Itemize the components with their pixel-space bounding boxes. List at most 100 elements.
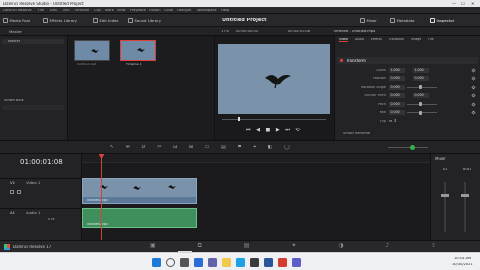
timeline-toolbar: ↖ ⇹ ⇵ ✂ ⊟ ⊞ ▭ ▤ ⚑ ⌖ ◧ ◯ bbox=[0, 140, 480, 154]
audio-clip[interactable]: Untitled.mp4 bbox=[82, 208, 197, 228]
tab-image[interactable]: Image bbox=[411, 38, 421, 42]
search-icon[interactable] bbox=[166, 257, 175, 267]
mute-solo-buttons[interactable]: S M bbox=[48, 218, 55, 222]
menu-playback[interactable]: Playback bbox=[130, 9, 146, 13]
bin-list-panel: Master Smart Bins bbox=[0, 36, 68, 140]
keyframe-diamond-icon[interactable] bbox=[471, 85, 476, 90]
timeline-playhead[interactable] bbox=[101, 154, 102, 240]
tab-transition[interactable]: Transition bbox=[389, 38, 404, 42]
maximize-button[interactable]: ☐ bbox=[461, 2, 465, 6]
inspector-panel: Video Audio Effects Transition Image Fil… bbox=[335, 36, 480, 140]
menu-trim[interactable]: Trim bbox=[62, 9, 70, 13]
minimize-button[interactable]: — bbox=[452, 2, 456, 6]
viewer-frame[interactable] bbox=[218, 44, 330, 114]
inspector-button[interactable]: Inspector bbox=[430, 17, 454, 24]
menu-clip[interactable]: Clip bbox=[94, 9, 101, 13]
tab-audio[interactable]: Audio bbox=[355, 38, 364, 42]
pitch-slider[interactable] bbox=[407, 102, 437, 107]
metadata-button[interactable]: Metadata bbox=[390, 17, 414, 24]
edit-tools[interactable]: ↖ ⇹ ⇵ ✂ ⊟ ⊞ ▭ ▤ ⚑ ⌖ ◧ ◯ bbox=[110, 145, 295, 150]
master-bin-header[interactable]: Master bbox=[9, 30, 22, 34]
menu-help[interactable]: Help bbox=[221, 9, 229, 13]
task-view-icon[interactable] bbox=[180, 257, 189, 267]
menu-davinci[interactable]: DaVinci Resolve bbox=[3, 9, 32, 13]
zoom-row: Zoom 1.000 1.000 bbox=[335, 66, 480, 75]
word-icon[interactable] bbox=[264, 257, 273, 267]
timeline-clip-label: Timeline 1 bbox=[126, 63, 142, 66]
menu-mark[interactable]: Mark bbox=[105, 9, 114, 13]
mixer-button[interactable]: Mixer bbox=[360, 17, 377, 24]
menu-color[interactable]: Color bbox=[164, 9, 173, 13]
teams-icon[interactable] bbox=[208, 257, 217, 267]
position-x-field[interactable]: 0.000 bbox=[389, 76, 405, 82]
rotation-slider[interactable] bbox=[407, 85, 437, 90]
edge-icon[interactable] bbox=[236, 257, 245, 267]
menu-workspace[interactable]: Workspace bbox=[197, 9, 217, 13]
bird-thumbnail-icon bbox=[91, 49, 99, 53]
keyframe-diamond-icon[interactable] bbox=[471, 110, 476, 115]
sound-library-button[interactable]: Sound Library bbox=[128, 17, 161, 24]
menu-fusion[interactable]: Fusion bbox=[149, 9, 161, 13]
bus1-fader[interactable] bbox=[461, 194, 469, 197]
menu-timeline[interactable]: Timeline bbox=[74, 9, 89, 13]
keyframe-diamond-icon[interactable] bbox=[471, 93, 476, 98]
file-explorer-icon[interactable] bbox=[222, 257, 231, 267]
auto-select-icon[interactable] bbox=[17, 190, 21, 194]
yaw-field[interactable]: 0.000 bbox=[389, 110, 405, 116]
inspector-label: Inspector bbox=[436, 18, 455, 23]
tab-file[interactable]: File bbox=[428, 38, 433, 42]
menu-edit[interactable]: Edit bbox=[50, 9, 57, 13]
timeline-name[interactable]: Timeline - Untitled.mp4 bbox=[333, 30, 375, 34]
davinci-resolve-taskbar-icon[interactable] bbox=[278, 257, 287, 267]
master-bin-row[interactable]: Master bbox=[2, 39, 64, 44]
effects-library-button[interactable]: Effects Library bbox=[43, 17, 77, 24]
smart-bins-row[interactable] bbox=[2, 105, 64, 110]
a1-fader[interactable] bbox=[441, 194, 449, 197]
smart-reframe-header[interactable]: Smart Reframe bbox=[343, 132, 370, 136]
video-track-name[interactable]: Video 1 bbox=[26, 181, 40, 185]
media-pool-button[interactable]: Media Pool bbox=[3, 17, 30, 24]
clock-time: 10:14 AM bbox=[454, 256, 472, 260]
edit-index-label: Edit Index bbox=[99, 18, 119, 23]
flip-buttons[interactable]: ⇔ ⇕ bbox=[389, 119, 397, 123]
zoom-app-icon[interactable] bbox=[292, 257, 301, 267]
inspector-icon bbox=[430, 18, 435, 23]
anchor-x-field[interactable]: 0.000 bbox=[389, 93, 405, 99]
lock-icon[interactable] bbox=[10, 190, 14, 194]
tab-video[interactable]: Video bbox=[339, 38, 348, 43]
audio-track-name[interactable]: Audio 1 bbox=[26, 211, 40, 215]
pitch-row: Pitch 0.000 bbox=[335, 100, 480, 109]
keyframe-diamond-icon[interactable] bbox=[471, 102, 476, 107]
store-icon[interactable] bbox=[250, 257, 259, 267]
tab-effects[interactable]: Effects bbox=[371, 38, 382, 42]
video-clip[interactable]: Untitled.mp4 bbox=[82, 178, 197, 204]
close-button[interactable]: ✕ bbox=[471, 2, 474, 6]
timeline-zoom-slider[interactable] bbox=[388, 147, 428, 148]
yaw-slider[interactable] bbox=[407, 110, 437, 115]
widgets-icon[interactable] bbox=[194, 257, 203, 267]
keyframe-diamond-icon[interactable] bbox=[471, 68, 476, 73]
menu-fairlight[interactable]: Fairlight bbox=[177, 9, 191, 13]
keyframe-diamond-icon[interactable] bbox=[471, 76, 476, 81]
transport-controls[interactable]: ⏮ ◀ ■ ▶ ⏭ ⟲ bbox=[246, 128, 302, 133]
media-clip-thumbnail[interactable] bbox=[74, 40, 110, 61]
viewer-zoom[interactable]: 17% bbox=[221, 30, 229, 34]
timeline-clip-thumbnail[interactable] bbox=[120, 40, 156, 61]
clock-date: 10/30/2021 bbox=[452, 262, 473, 266]
page-tabs[interactable]: ▣ ⧉ ▤ ✦ ◑ ♪ ⇪ bbox=[150, 243, 456, 249]
windows-taskbar: 10:14 AM 10/30/2021 bbox=[0, 252, 480, 270]
viewer-playhead[interactable] bbox=[238, 117, 240, 121]
start-button-icon[interactable] bbox=[152, 257, 161, 267]
zoom-x-field[interactable]: 1.000 bbox=[389, 67, 405, 73]
zoom-y-field[interactable]: 1.000 bbox=[413, 67, 429, 73]
menu-view[interactable]: View bbox=[117, 9, 126, 13]
transform-enable-toggle[interactable] bbox=[340, 59, 343, 62]
transform-section-header[interactable]: Transform bbox=[337, 57, 478, 64]
timeline-ruler[interactable] bbox=[82, 154, 430, 163]
menu-file[interactable]: File bbox=[38, 9, 44, 13]
edit-index-button[interactable]: Edit Index bbox=[93, 17, 119, 24]
pitch-field[interactable]: 0.000 bbox=[389, 101, 405, 107]
position-y-field[interactable]: 0.000 bbox=[413, 76, 429, 82]
rotation-field[interactable]: 0.000 bbox=[389, 84, 405, 90]
anchor-y-field[interactable]: 0.000 bbox=[413, 93, 429, 99]
